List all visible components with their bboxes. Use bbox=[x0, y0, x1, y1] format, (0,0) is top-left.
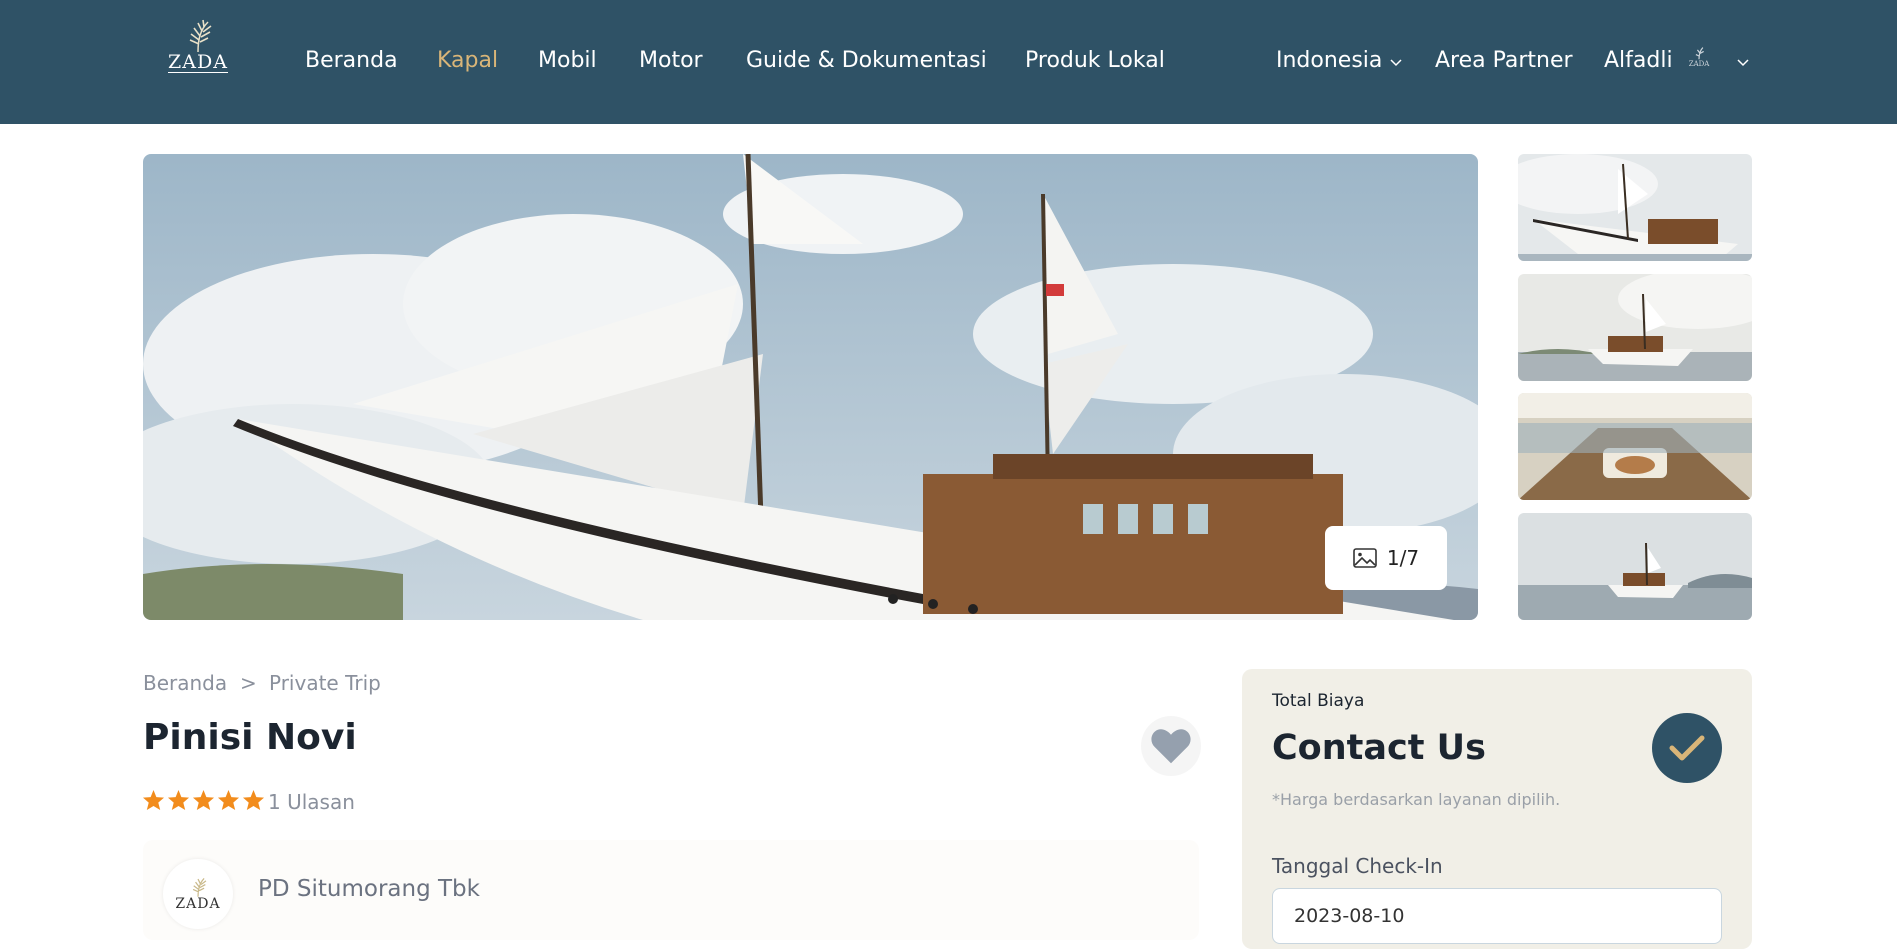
checkin-date-input[interactable]: 2023-08-10 bbox=[1272, 888, 1722, 944]
language-selector[interactable]: Indonesia bbox=[1276, 47, 1382, 75]
star-icon bbox=[192, 789, 215, 811]
image-icon bbox=[1353, 548, 1377, 568]
nav-motor[interactable]: Motor bbox=[639, 47, 703, 75]
page-title: Pinisi Novi bbox=[143, 717, 357, 758]
vendor-logo-wordmark: ZADA bbox=[175, 896, 221, 912]
brand-logo[interactable]: ZADA bbox=[163, 18, 233, 88]
confirm-button[interactable] bbox=[1652, 713, 1722, 783]
total-label: Total Biaya bbox=[1272, 691, 1365, 711]
star-icon bbox=[242, 789, 265, 811]
palm-leaf-icon bbox=[1695, 47, 1704, 60]
avatar-wordmark: ZADA bbox=[1688, 60, 1710, 68]
nav-beranda[interactable]: Beranda bbox=[305, 47, 398, 75]
heart-icon bbox=[1151, 729, 1191, 764]
star-icon bbox=[167, 789, 190, 811]
thumbnail-1[interactable] bbox=[1518, 154, 1752, 261]
breadcrumb-private-trip[interactable]: Private Trip bbox=[269, 671, 381, 695]
user-avatar[interactable]: ZADA bbox=[1684, 46, 1714, 76]
palm-leaf-icon bbox=[192, 878, 207, 897]
thumbnail-4[interactable] bbox=[1518, 513, 1752, 620]
price-note: *Harga berdasarkan layanan dipilih. bbox=[1272, 790, 1561, 809]
nav-guide-dokumentasi[interactable]: Guide & Dokumentasi bbox=[746, 47, 987, 75]
nav-mobil[interactable]: Mobil bbox=[538, 47, 597, 75]
vendor-logo: ZADA bbox=[163, 859, 233, 929]
thumbnail-2[interactable] bbox=[1518, 274, 1752, 381]
breadcrumb-separator: > bbox=[240, 671, 257, 695]
thumbnail-3[interactable] bbox=[1518, 393, 1752, 500]
photo-counter[interactable]: 1/7 bbox=[1325, 526, 1447, 590]
rating-stars bbox=[142, 789, 265, 811]
vendor-name[interactable]: PD Situmorang Tbk bbox=[258, 875, 480, 903]
nav-produk-lokal[interactable]: Produk Lokal bbox=[1025, 47, 1165, 75]
area-partner-link[interactable]: Area Partner bbox=[1435, 47, 1573, 75]
star-icon bbox=[217, 789, 240, 811]
price-value: Contact Us bbox=[1272, 728, 1486, 768]
check-icon bbox=[1669, 735, 1705, 761]
chevron-down-icon[interactable] bbox=[1390, 56, 1402, 68]
checkin-label: Tanggal Check-In bbox=[1272, 854, 1443, 878]
photo-counter-text: 1/7 bbox=[1386, 546, 1420, 570]
nav-kapal[interactable]: Kapal bbox=[437, 47, 498, 75]
main-boat-photo[interactable] bbox=[143, 154, 1478, 620]
chevron-down-icon[interactable] bbox=[1737, 56, 1749, 68]
user-menu[interactable]: Alfadli bbox=[1604, 47, 1673, 75]
star-icon bbox=[142, 789, 165, 811]
logo-wordmark: ZADA bbox=[168, 51, 228, 73]
review-count[interactable]: 1 Ulasan bbox=[268, 790, 355, 814]
palm-leaf-icon bbox=[189, 19, 212, 53]
favorite-button[interactable] bbox=[1141, 716, 1201, 776]
breadcrumb-beranda[interactable]: Beranda bbox=[143, 671, 227, 695]
top-navbar: ZADA Beranda Kapal Mobil Motor Guide & D… bbox=[0, 0, 1897, 124]
